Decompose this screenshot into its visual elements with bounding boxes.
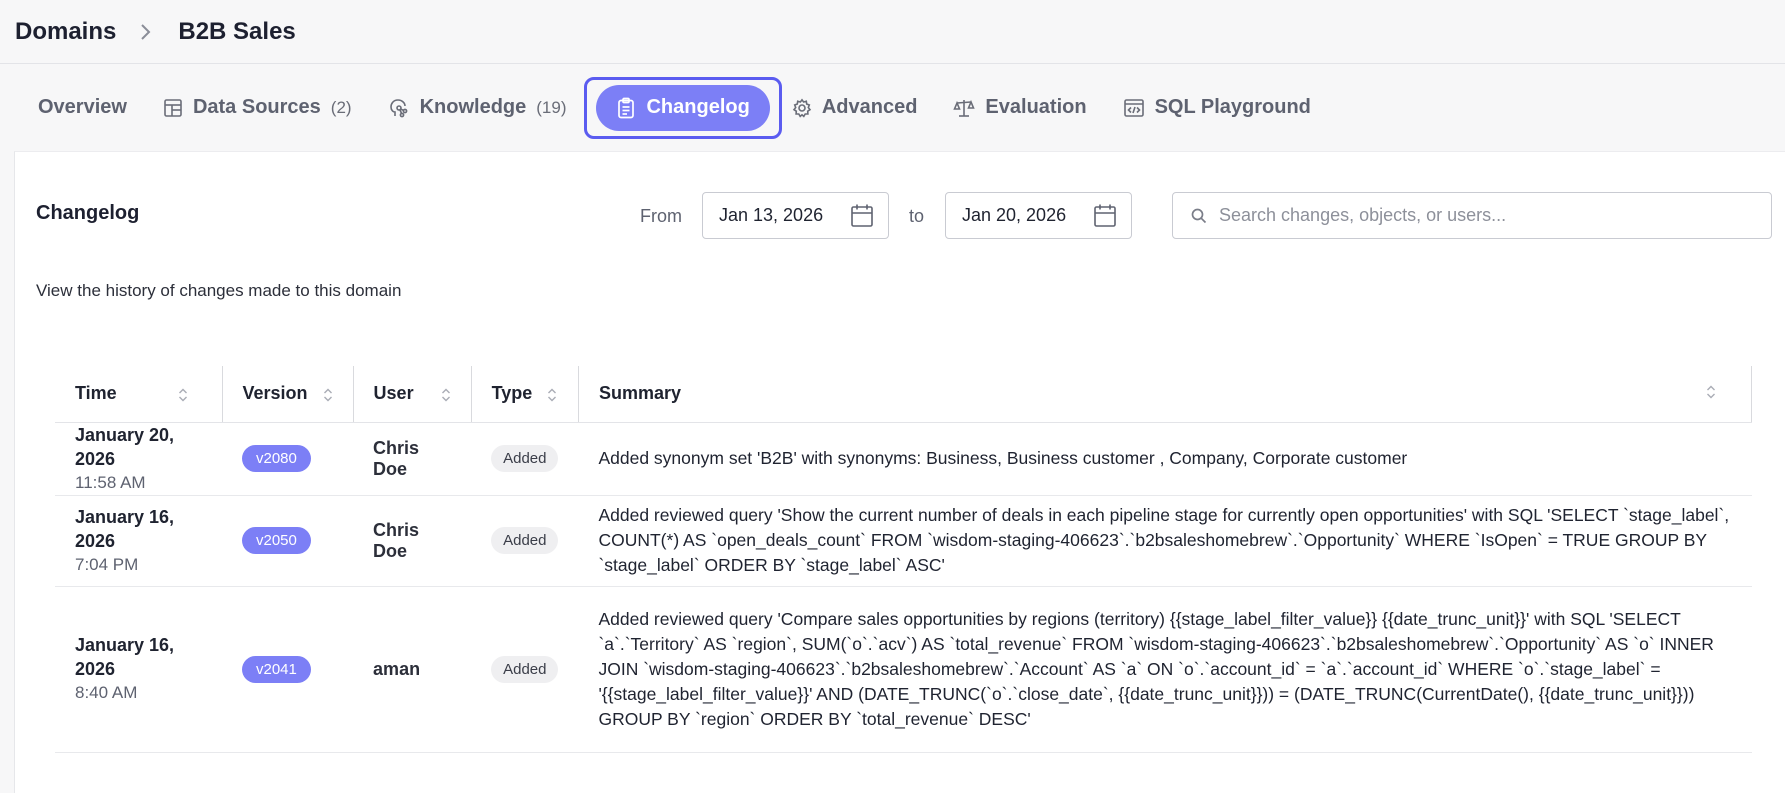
table-row[interactable]: January 20, 2026 11:58 AM v2080 Chris Do…	[55, 422, 1752, 496]
sort-icon[interactable]	[547, 387, 557, 403]
tab-focus-ring: Changelog	[584, 76, 782, 139]
type-badge: Added	[491, 527, 559, 554]
tab-advanced[interactable]: Advanced	[792, 85, 918, 131]
sort-icon[interactable]	[441, 387, 451, 403]
sort-icon[interactable]	[323, 387, 333, 403]
row-time: 7:04 PM	[75, 554, 139, 574]
row-summary: Added reviewed query 'Show the current n…	[598, 505, 1730, 575]
changelog-table: Time Version User Type Summary January 2…	[55, 366, 1752, 753]
cell-summary: Added reviewed query 'Compare sales oppo…	[578, 586, 1752, 753]
header-label: Time	[75, 383, 117, 404]
column-header-type[interactable]: Type	[470, 366, 579, 423]
row-date: January 20, 2026	[75, 424, 175, 469]
changelog-panel: Changelog From Jan 13, 2026 to Jan 20, 2…	[14, 151, 1785, 793]
cell-version: v2041	[222, 586, 354, 753]
row-user: aman	[373, 658, 421, 679]
sort-icon[interactable]	[178, 387, 188, 403]
row-date: January 16, 2026	[75, 506, 175, 551]
knowledge-icon	[389, 98, 407, 117]
header-label: User	[373, 383, 414, 404]
tab-count: (19)	[536, 97, 567, 117]
cell-time: January 16, 2026 8:40 AM	[55, 586, 222, 753]
to-date-value: Jan 20, 2026	[962, 205, 1067, 225]
row-user: Chris Doe	[373, 437, 420, 479]
version-badge[interactable]: v2041	[242, 655, 311, 683]
from-date-value: Jan 13, 2026	[719, 205, 824, 225]
cell-user: aman	[353, 586, 472, 753]
from-label: From	[640, 206, 682, 226]
from-date-picker[interactable]: Jan 13, 2026	[702, 192, 889, 239]
cell-user: Chris Doe	[353, 422, 472, 496]
table-row[interactable]: January 16, 2026 7:04 PM v2050 Chris Doe…	[55, 495, 1752, 587]
search-box	[1172, 192, 1772, 239]
sort-icon[interactable]	[1706, 384, 1716, 400]
column-header-user[interactable]: User	[352, 366, 472, 423]
tab-sql-playground[interactable]: SQL Playground	[1123, 85, 1311, 131]
breadcrumb-domains-link[interactable]: Domains	[15, 18, 116, 46]
tab-count: (2)	[330, 97, 352, 117]
row-time: 8:40 AM	[75, 683, 138, 702]
scale-icon	[953, 99, 976, 117]
tab-label: Overview	[38, 96, 127, 118]
type-badge: Added	[491, 655, 559, 683]
column-header-time[interactable]: Time	[55, 366, 222, 423]
row-date: January 16, 2026	[75, 635, 175, 679]
panel-subtitle: View the history of changes made to this…	[36, 281, 402, 300]
tab-label: SQL Playground	[1154, 96, 1311, 118]
column-divider	[1751, 366, 1752, 422]
cell-time: January 20, 2026 11:58 AM	[55, 422, 222, 496]
row-summary: Added synonym set 'B2B' with synonyms: B…	[598, 448, 1408, 468]
tab-label: Data Sources	[192, 96, 321, 118]
to-date-picker[interactable]: Jan 20, 2026	[945, 192, 1132, 239]
search-icon	[1191, 208, 1207, 223]
chevron-right-icon	[140, 23, 152, 41]
tab-label: Changelog	[646, 96, 750, 118]
type-badge: Added	[491, 445, 559, 472]
column-header-summary[interactable]: Summary	[577, 366, 1752, 423]
calendar-icon[interactable]	[1093, 203, 1117, 229]
header-label: Version	[242, 383, 308, 404]
tab-changelog[interactable]: Changelog	[596, 84, 770, 131]
row-time: 11:58 AM	[75, 472, 146, 492]
cell-type: Added	[471, 422, 579, 496]
header-label: Type	[491, 383, 533, 404]
cell-summary: Added reviewed query 'Show the current n…	[578, 495, 1752, 587]
tab-evaluation[interactable]: Evaluation	[953, 85, 1087, 131]
tab-label: Advanced	[821, 96, 918, 118]
breadcrumb: Domains B2B Sales	[0, 0, 1785, 64]
search-input[interactable]	[1219, 205, 1759, 226]
to-label: to	[909, 206, 925, 226]
data-sources-icon	[164, 98, 182, 117]
cell-type: Added	[471, 586, 579, 753]
cell-time: January 16, 2026 7:04 PM	[55, 495, 222, 587]
cell-version: v2080	[222, 422, 354, 496]
column-header-version[interactable]: Version	[221, 366, 354, 423]
tab-knowledge[interactable]: Knowledge (19)	[388, 85, 567, 131]
cell-user: Chris Doe	[353, 495, 472, 587]
version-badge[interactable]: v2050	[242, 527, 311, 554]
cell-type: Added	[471, 495, 579, 587]
tab-overview[interactable]: Overview	[38, 85, 127, 131]
calendar-icon[interactable]	[850, 203, 874, 229]
cell-version: v2050	[222, 495, 354, 587]
tab-label: Evaluation	[985, 96, 1087, 118]
row-user: Chris Doe	[373, 519, 420, 561]
header-label: Summary	[598, 383, 682, 404]
gear-icon	[792, 97, 811, 118]
cell-summary: Added synonym set 'B2B' with synonyms: B…	[578, 422, 1752, 496]
version-badge[interactable]: v2080	[242, 445, 311, 472]
tab-bar: Overview Data Sources (2) Knowledge (19)…	[0, 64, 1785, 151]
row-summary: Added reviewed query 'Compare sales oppo…	[598, 608, 1714, 729]
table-row[interactable]: January 16, 2026 8:40 AM v2041 aman Adde…	[55, 586, 1752, 753]
code-window-icon	[1123, 98, 1144, 117]
clipboard-icon	[618, 97, 635, 118]
table-header-row: Time Version User Type Summary	[55, 366, 1752, 423]
tab-label: Knowledge	[419, 96, 527, 118]
panel-title: Changelog	[36, 202, 140, 224]
tab-data-sources[interactable]: Data Sources (2)	[163, 85, 352, 131]
breadcrumb-current: B2B Sales	[178, 17, 296, 45]
